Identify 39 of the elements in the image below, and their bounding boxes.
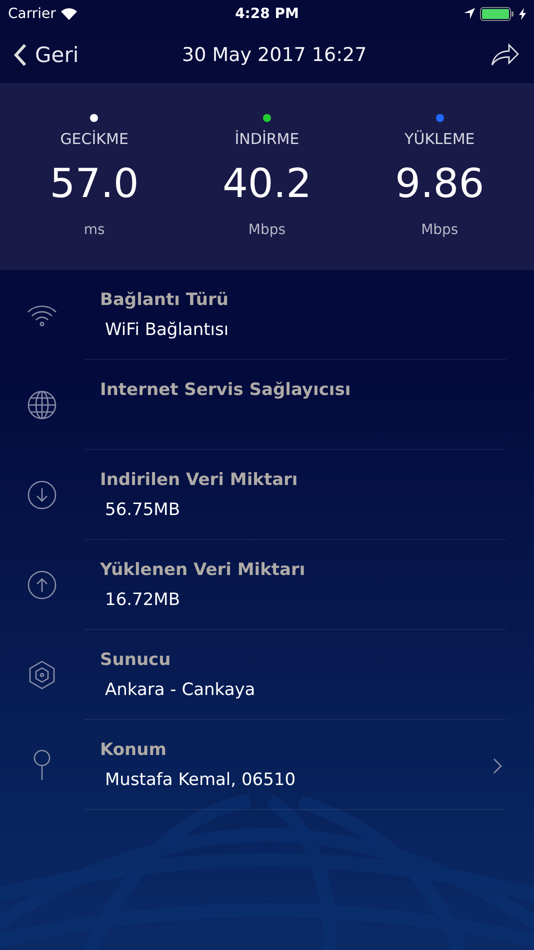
share-arrow-icon <box>490 43 520 67</box>
globe-icon <box>27 390 57 420</box>
metric-label: GECİKME <box>60 130 128 148</box>
detail-row[interactable]: Konum Mustafa Kemal, 06510 <box>0 720 534 810</box>
share-button[interactable] <box>490 43 520 67</box>
detail-title: Internet Servis Sağlayıcısı <box>99 380 352 400</box>
metric-unit: ms <box>84 222 105 238</box>
metric-label: YÜKLEME <box>404 130 475 148</box>
wifi-icon <box>26 303 58 327</box>
hexagon-icon <box>28 660 56 690</box>
detail-title: Indirilen Veri Miktarı <box>99 470 299 490</box>
detail-value: WiFi Bağlantısı <box>104 320 230 340</box>
metric-value: 40.2 <box>222 160 312 208</box>
download-icon <box>27 480 57 510</box>
nav-title: 30 May 2017 16:27 <box>180 44 368 66</box>
detail-value: 56.75MB <box>104 500 181 520</box>
upload-icon <box>27 570 57 600</box>
detail-title: Konum <box>99 740 168 760</box>
metric-unit: Mbps <box>421 222 458 238</box>
chevron-right-icon <box>493 758 502 774</box>
metric-label: İNDİRME <box>234 130 300 148</box>
metric-value: 57.0 <box>50 160 139 208</box>
detail-title: Sunucu <box>99 650 172 670</box>
metric-unit: Mbps <box>248 222 286 238</box>
pin-icon <box>32 749 52 781</box>
detail-title: Yüklenen Veri Miktarı <box>99 560 306 580</box>
battery-icon <box>480 6 514 20</box>
detail-value: Mustafa Kemal, 06510 <box>104 770 297 790</box>
detail-title: Bağlantı Türü <box>99 290 230 310</box>
charging-bolt-icon <box>519 8 526 20</box>
status-time: 4:28 PM <box>235 6 299 22</box>
back-button[interactable]: Geri <box>14 43 79 67</box>
location-arrow-icon <box>464 8 476 19</box>
wifi-signal-icon <box>60 8 77 20</box>
detail-value: Ankara - Cankaya <box>104 680 256 700</box>
chevron-left-icon <box>14 43 27 67</box>
carrier-name: Carrier <box>8 6 56 22</box>
metric-value: 9.86 <box>395 160 484 208</box>
detail-value: 16.72MB <box>104 590 181 610</box>
